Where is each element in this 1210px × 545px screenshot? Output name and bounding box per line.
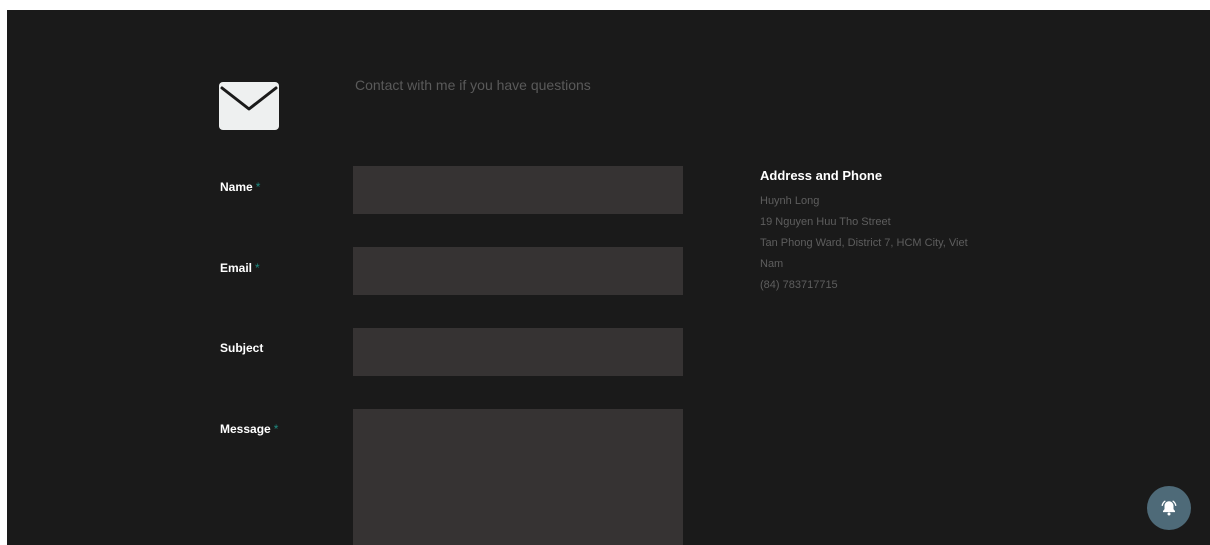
intro-text: Contact with me if you have questions bbox=[355, 77, 591, 93]
contact-phone: (84) 783717715 bbox=[760, 279, 838, 291]
email-label: Email * bbox=[220, 261, 260, 275]
message-label-text: Message bbox=[220, 422, 271, 436]
name-label: Name * bbox=[220, 180, 260, 194]
name-input[interactable] bbox=[353, 166, 683, 214]
subject-label: Subject bbox=[220, 341, 263, 355]
required-marker: * bbox=[255, 261, 260, 275]
message-textarea[interactable] bbox=[353, 409, 683, 545]
required-marker: * bbox=[255, 180, 261, 194]
contact-info: Address and Phone Huynh Long 19 Nguyen H… bbox=[760, 168, 1020, 296]
subject-label-text: Subject bbox=[220, 341, 264, 355]
bell-icon bbox=[1161, 500, 1177, 516]
email-input[interactable] bbox=[353, 247, 683, 295]
required-marker: * bbox=[273, 422, 279, 436]
contact-address-line-2: Nam bbox=[760, 258, 784, 270]
name-label-text: Name bbox=[220, 180, 253, 194]
notification-button[interactable] bbox=[1147, 486, 1191, 530]
contact-address-line-1: Tan Phong Ward, District 7, HCM City, Vi… bbox=[760, 237, 968, 249]
email-label-text: Email bbox=[220, 261, 253, 275]
envelope-icon bbox=[219, 82, 279, 130]
contact-name: Huynh Long bbox=[760, 195, 820, 207]
message-label: Message * bbox=[220, 422, 278, 436]
contact-street: 19 Nguyen Huu Tho Street bbox=[760, 216, 891, 228]
contact-title: Address and Phone bbox=[760, 168, 883, 183]
contact-page: Contact with me if you have questions Na… bbox=[7, 10, 1210, 545]
subject-input[interactable] bbox=[353, 328, 683, 376]
